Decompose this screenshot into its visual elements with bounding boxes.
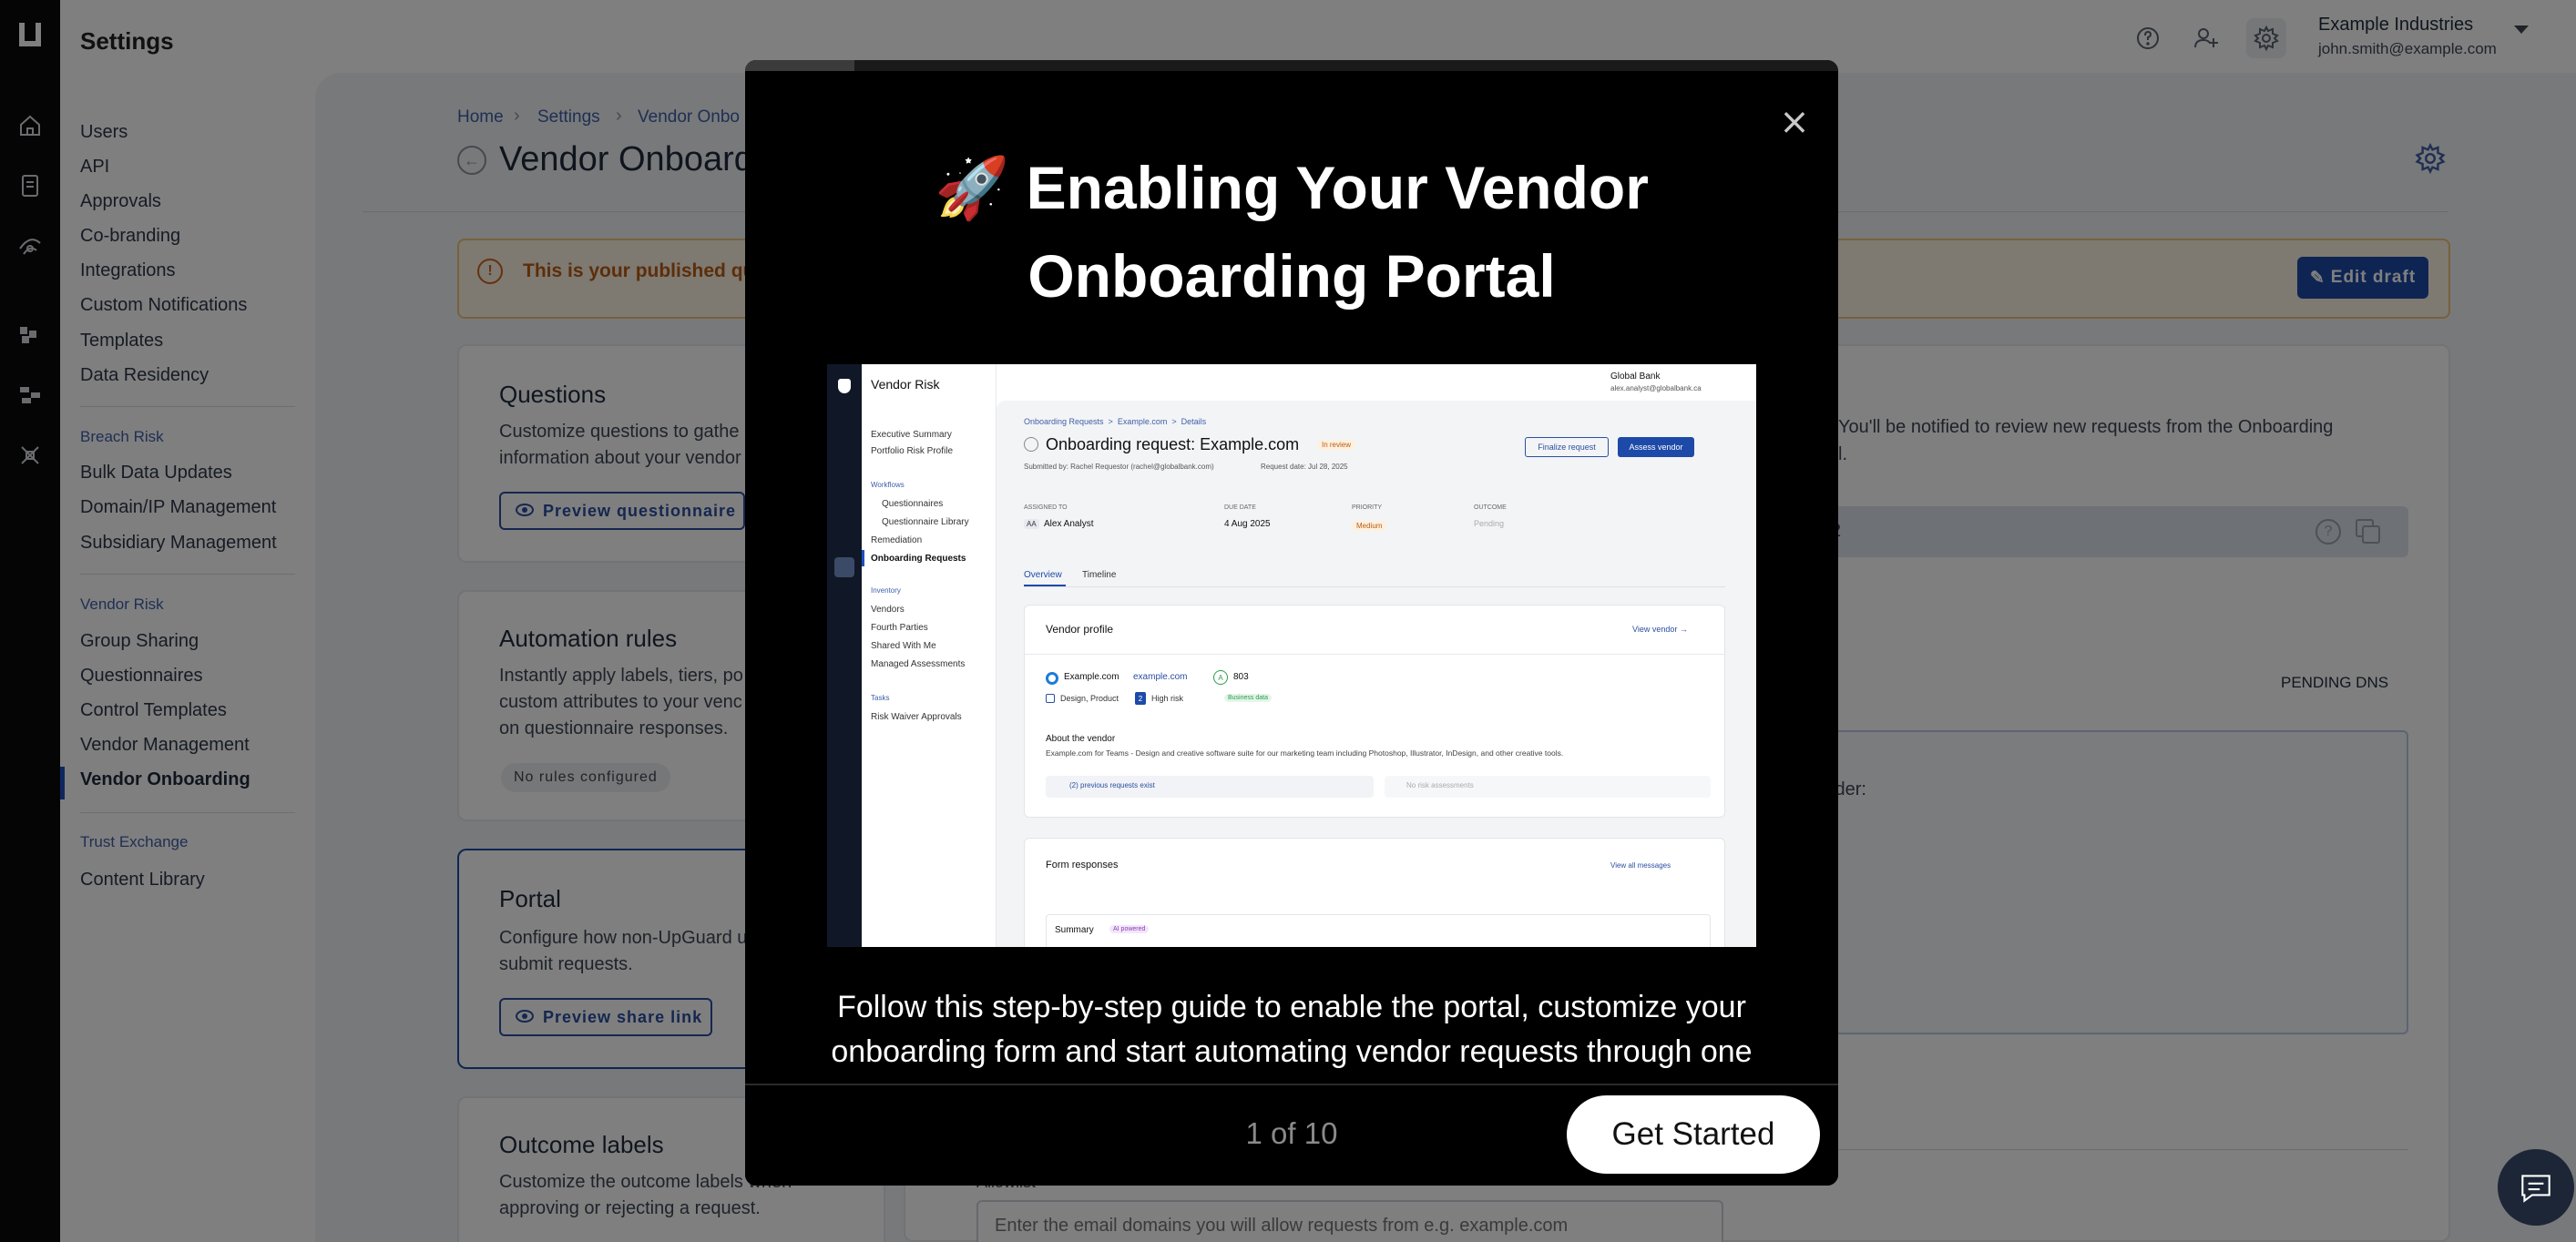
- preview-rail: [827, 364, 862, 947]
- preview-about-text: Example.com for Teams - Design and creat…: [1046, 748, 1564, 758]
- preview-risk: High risk: [1151, 694, 1184, 703]
- preview-no-assessments: No risk assessments: [1406, 781, 1474, 789]
- preview-nav: Portfolio Risk Profile: [871, 446, 954, 456]
- preview-form-responses: Form responses: [1046, 860, 1119, 870]
- preview-nav: Managed Assessments: [871, 659, 966, 669]
- preview-org: Global Bank: [1610, 372, 1661, 382]
- preview-nav: Risk Waiver Approvals: [871, 712, 962, 722]
- preview-app-name: Vendor Risk: [871, 377, 940, 392]
- preview-active-rail-item: [834, 557, 854, 577]
- preview-submitted: Submitted by: Rachel Requestor (rachel@g…: [1024, 463, 1214, 471]
- preview-due-label: DUE DATE: [1224, 504, 1256, 511]
- preview-due-date: 4 Aug 2025: [1224, 519, 1271, 529]
- preview-nav: Executive Summary: [871, 430, 952, 440]
- preview-ai-badge: AI powered: [1109, 925, 1150, 933]
- preview-view-messages: View all messages: [1610, 861, 1671, 870]
- preview-tab-divider: [1024, 586, 1725, 587]
- preview-nav: Questionnaire Library: [882, 517, 969, 527]
- preview-nav: Fourth Parties: [871, 623, 928, 633]
- preview-previous-requests: (2) previous requests exist: [1069, 781, 1155, 789]
- preview-score: 803: [1233, 672, 1249, 682]
- modal-progress-track: [745, 60, 1838, 71]
- preview-nav-heading: Tasks: [871, 694, 890, 702]
- preview-status-badge: In review: [1317, 440, 1356, 450]
- preview-back-icon: [1024, 437, 1038, 452]
- preview-nav-heading: Workflows: [871, 481, 905, 489]
- preview-vendor-name: Example.com: [1064, 672, 1119, 682]
- preview-vendor-profile-title: Vendor profile: [1046, 623, 1114, 636]
- chat-icon[interactable]: [2498, 1149, 2574, 1226]
- preview-assignee-initials: AA: [1024, 519, 1039, 529]
- modal-title-text: Enabling Your Vendor Onboarding Portal: [1026, 154, 1649, 310]
- preview-user-email: alex.analyst@globalbank.ca: [1610, 384, 1702, 392]
- preview-industry-icon: [1046, 694, 1055, 703]
- preview-tab-overview: Overview: [1024, 570, 1062, 580]
- preview-summary: Summary: [1055, 925, 1094, 935]
- modal-progress-fill: [745, 60, 854, 71]
- preview-vendor-icon: [1046, 672, 1058, 685]
- close-icon[interactable]: ×: [1774, 101, 1814, 143]
- preview-nav: Questionnaires: [882, 499, 944, 509]
- preview-tab-timeline: Timeline: [1082, 570, 1117, 580]
- preview-data-tag: Business data: [1224, 694, 1272, 702]
- onboarding-guide-modal: × 🚀 Enabling Your Vendor Onboarding Port…: [745, 60, 1838, 1186]
- preview-request-title: Onboarding request: Example.com: [1046, 435, 1300, 453]
- preview-tier-badge: 2: [1135, 692, 1146, 705]
- preview-outcome: Pending: [1474, 519, 1505, 528]
- preview-score-grade: A: [1213, 670, 1228, 685]
- preview-outcome-label: OUTCOME: [1474, 504, 1507, 511]
- preview-finalize-button: Finalize request: [1525, 437, 1609, 457]
- preview-view-vendor: View vendor →: [1632, 625, 1688, 634]
- preview-priority-label: PRIORITY: [1352, 504, 1383, 511]
- preview-request-date: Request date: Jul 28, 2025: [1261, 463, 1348, 471]
- preview-nav: Remediation: [871, 535, 923, 545]
- preview-active-bar: [862, 550, 864, 566]
- preview-assignee: Alex Analyst: [1044, 519, 1094, 529]
- preview-nav-heading: Inventory: [871, 586, 901, 595]
- preview-industry: Design, Product: [1060, 694, 1119, 703]
- preview-nav: Vendors: [871, 605, 905, 615]
- modal-title: 🚀 Enabling Your Vendor Onboarding Portal: [800, 144, 1784, 320]
- preview-breadcrumb: Onboarding Requests > Example.com > Deta…: [1024, 417, 1207, 426]
- preview-nav: Shared With Me: [871, 641, 936, 651]
- preview-about-heading: About the vendor: [1046, 734, 1116, 744]
- rocket-icon: 🚀: [935, 153, 1010, 223]
- preview-card-divider: [1024, 654, 1725, 655]
- modal-body-text: Follow this step-by-step guide to enable…: [831, 990, 1753, 1069]
- get-started-button[interactable]: Get Started: [1567, 1095, 1820, 1174]
- preview-assess-button: Assess vendor: [1618, 437, 1694, 457]
- preview-nav: Onboarding Requests: [871, 554, 966, 564]
- preview-priority-badge: Medium: [1352, 521, 1387, 531]
- preview-vendor-domain: example.com: [1133, 672, 1188, 682]
- portal-preview-screenshot: Vendor Risk Executive Summary Portfolio …: [827, 364, 1756, 947]
- preview-shield-logo: [838, 379, 851, 393]
- preview-assigned-label: ASSIGNED TO: [1024, 504, 1068, 511]
